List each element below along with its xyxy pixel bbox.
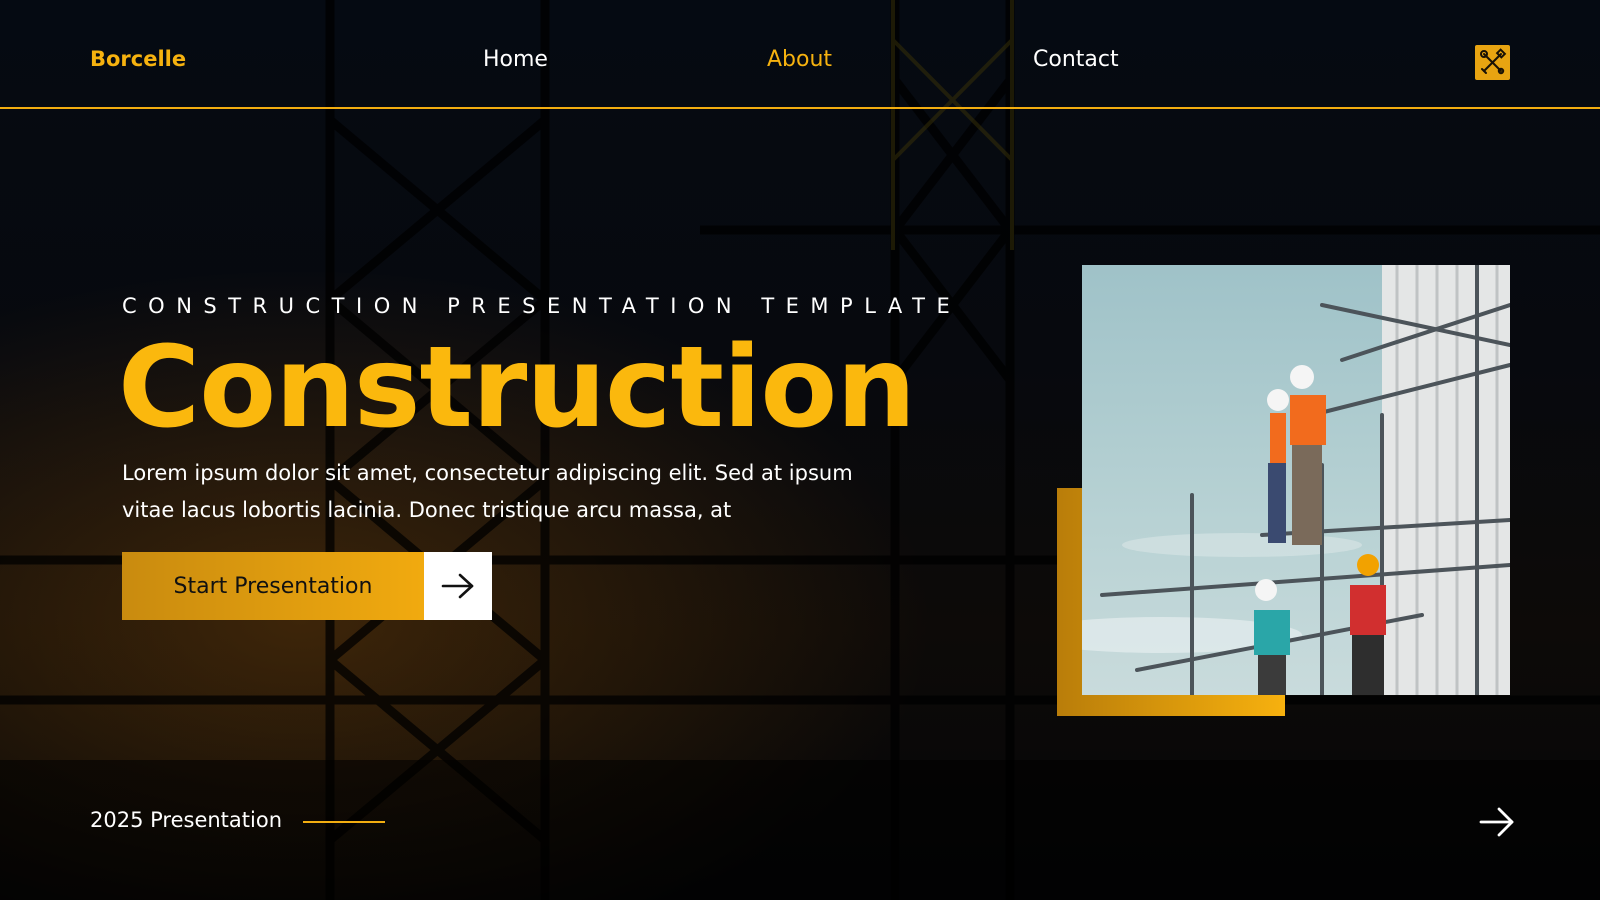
start-presentation-label[interactable]: Start Presentation [122,552,424,620]
hero-title: Construction [118,323,916,453]
top-navigation-bar: Borcelle Home About Contact [0,0,1600,109]
footer-accent-line [303,821,385,823]
hero-description: Lorem ipsum dolor sit amet, consectetur … [122,461,853,522]
footer-presentation-label: 2025 Presentation [90,808,283,832]
hero-kicker: CONSTRUCTION PRESENTATION TEMPLATE [122,294,962,318]
tools-button[interactable] [1475,45,1510,80]
construction-workers-photo [1082,265,1510,695]
nav-link-home[interactable]: Home [483,47,548,72]
nav-link-contact[interactable]: Contact [1033,47,1119,72]
tools-icon [1480,48,1507,75]
cta-arrow-box[interactable] [424,552,492,620]
arrow-right-icon [441,573,474,599]
brand-logo[interactable]: Borcelle [90,47,186,71]
nav-link-about[interactable]: About [767,47,832,72]
arrow-right-icon [1479,807,1514,837]
start-presentation-button[interactable]: Start Presentation [122,552,492,620]
next-slide-button[interactable] [1478,805,1516,839]
